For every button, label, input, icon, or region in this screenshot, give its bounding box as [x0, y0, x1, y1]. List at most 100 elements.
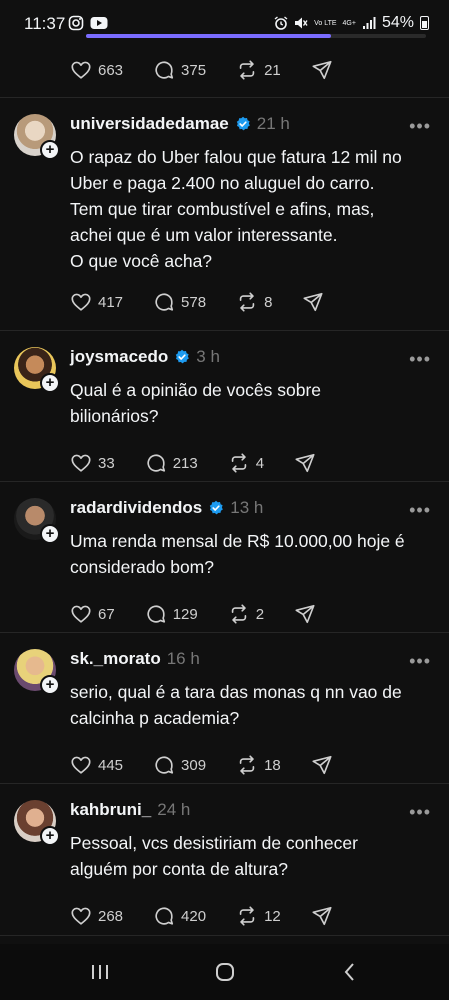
reply-count: 129 [172, 605, 198, 623]
like-count: 67 [98, 605, 115, 623]
verified-badge-icon [210, 500, 224, 515]
repost-icon [239, 755, 255, 775]
username[interactable]: kahbruni_ [70, 800, 151, 820]
post-actions: 33 213 4 [70, 451, 316, 475]
post[interactable]: + kahbruni_ 24 h ••• Pessoal, vcs desist… [0, 784, 449, 935]
post[interactable]: + sk._morato 16 h ••• serio, qual é a ta… [0, 633, 449, 783]
send-icon [295, 604, 315, 624]
reply-button[interactable]: 578 [153, 291, 206, 313]
username[interactable]: universidadedamae [70, 114, 229, 134]
reply-count: 309 [181, 756, 207, 774]
plus-icon[interactable]: + [40, 675, 60, 695]
share-button[interactable] [294, 452, 316, 474]
divider [0, 935, 449, 936]
heart-icon [71, 454, 91, 472]
heart-icon [71, 907, 91, 925]
post-header: joysmacedo 3 h [70, 347, 220, 367]
post-text: Qual é a opinião de vocês sobre bilionár… [70, 380, 321, 426]
username[interactable]: sk._morato [70, 649, 161, 669]
status-bar: 11:37 Vo LTE 4G+ 54% [0, 0, 449, 48]
repost-icon [239, 60, 255, 80]
post-actions: 445 309 18 [70, 753, 333, 777]
status-system-icons: Vo LTE 4G+ 54% [274, 14, 429, 32]
verified-badge-icon [236, 116, 250, 131]
reply-button[interactable]: 375 [153, 59, 206, 81]
send-icon [295, 453, 315, 473]
repost-button[interactable]: 21 [236, 59, 281, 81]
like-count: 663 [98, 61, 124, 79]
post-header: kahbruni_ 24 h [70, 800, 190, 820]
reply-button[interactable]: 213 [145, 452, 198, 474]
comment-icon [155, 907, 174, 925]
reply-button[interactable]: 129 [145, 603, 198, 625]
username[interactable]: joysmacedo [70, 347, 168, 367]
reply-button[interactable]: 309 [153, 754, 206, 776]
repost-button[interactable]: 2 [228, 603, 264, 625]
signal-icon [362, 17, 376, 29]
send-icon [303, 292, 323, 312]
repost-count: 12 [264, 907, 281, 925]
post[interactable]: + radardividendos 13 h ••• Uma renda men… [0, 482, 449, 632]
send-icon [312, 906, 332, 926]
like-button[interactable]: 67 [70, 603, 115, 625]
heart-icon [71, 756, 91, 774]
send-icon [312, 60, 332, 80]
back-icon[interactable] [338, 960, 362, 984]
plus-icon[interactable]: + [40, 373, 60, 393]
comment-icon [147, 454, 165, 472]
more-icon[interactable]: ••• [409, 116, 431, 137]
post[interactable]: + joysmacedo 3 h ••• Qual é a opinião de… [0, 331, 449, 481]
plus-icon[interactable]: + [40, 140, 60, 160]
post-text: Uma renda mensal de R$ 10.000,00 hoje é … [70, 531, 405, 577]
like-button[interactable]: 268 [70, 905, 123, 927]
repost-icon [239, 292, 255, 312]
avatar-container[interactable]: + [14, 800, 60, 846]
post-time: 21 h [256, 114, 290, 133]
reply-count: 420 [181, 907, 207, 925]
avatar-container[interactable]: + [14, 114, 60, 160]
repost-icon [231, 604, 246, 624]
share-button[interactable] [311, 59, 333, 81]
system-nav-bar [0, 944, 449, 1000]
repost-count: 4 [255, 454, 265, 472]
repost-button[interactable]: 8 [236, 291, 272, 313]
share-button[interactable] [311, 905, 333, 927]
post-actions: 268 420 12 [70, 904, 333, 928]
comment-icon [147, 605, 165, 623]
share-button[interactable] [311, 754, 333, 776]
more-icon[interactable]: ••• [409, 651, 431, 672]
post-actions: 67 129 2 [70, 602, 316, 626]
comment-icon [155, 293, 174, 311]
like-button[interactable]: 33 [70, 452, 115, 474]
post[interactable]: + universidadedamae 21 h ••• O rapaz do … [0, 98, 449, 330]
repost-icon [239, 906, 255, 926]
avatar-container[interactable]: + [14, 347, 60, 393]
repost-button[interactable]: 12 [236, 905, 281, 927]
post-header: radardividendos 13 h [70, 498, 263, 518]
username[interactable]: radardividendos [70, 498, 202, 518]
more-icon[interactable]: ••• [409, 802, 431, 823]
more-icon[interactable]: ••• [409, 349, 431, 370]
post-header: universidadedamae 21 h [70, 114, 290, 134]
repost-button[interactable]: 4 [228, 452, 264, 474]
like-button[interactable]: 663 [70, 59, 123, 81]
like-button[interactable]: 417 [70, 291, 123, 313]
recents-icon[interactable] [88, 960, 112, 984]
more-icon[interactable]: ••• [409, 500, 431, 521]
avatar-container[interactable]: + [14, 498, 60, 544]
post-text: O rapaz do Uber falou que fatura 12 mil … [70, 147, 402, 271]
reply-button[interactable]: 420 [153, 905, 206, 927]
plus-icon[interactable]: + [40, 826, 60, 846]
share-button[interactable] [294, 603, 316, 625]
verified-badge-icon [176, 349, 190, 364]
upload-progress-fill [86, 34, 331, 38]
repost-button[interactable]: 18 [236, 754, 281, 776]
like-button[interactable]: 445 [70, 754, 123, 776]
plus-icon[interactable]: + [40, 524, 60, 544]
avatar-container[interactable]: + [14, 649, 60, 695]
instagram-icon [68, 15, 84, 31]
comment-icon [155, 61, 174, 79]
post-text: serio, qual é a tara das monas q nn vao … [70, 682, 402, 728]
home-icon[interactable] [213, 960, 237, 984]
share-button[interactable] [302, 291, 324, 313]
